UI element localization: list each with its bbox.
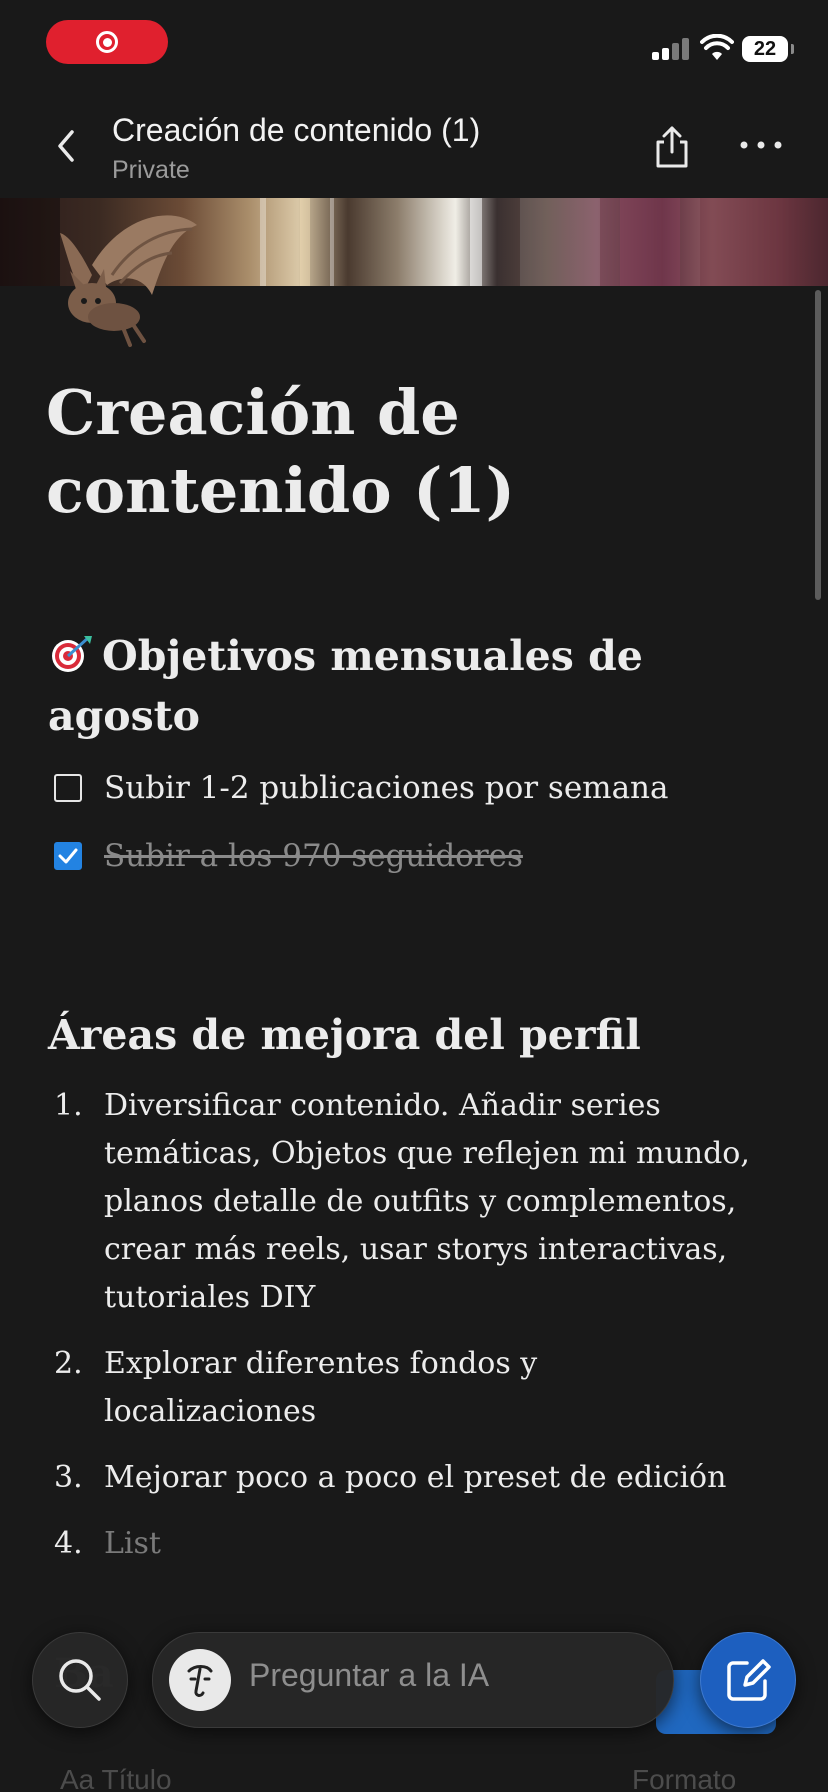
list-item-placeholder[interactable]: List: [104, 1520, 754, 1568]
more-horizontal-icon[interactable]: [738, 138, 784, 152]
compose-icon: [727, 1659, 771, 1701]
list-item-empty[interactable]: 4. List: [54, 1520, 754, 1568]
checkbox[interactable]: [54, 774, 82, 802]
bat-emoji-icon[interactable]: [52, 205, 202, 355]
section-heading-areas[interactable]: Áreas de mejora del perfil: [48, 1005, 788, 1065]
section-heading-text: Objetivos mensuales de agosto: [48, 632, 643, 740]
target-dart-icon: [52, 636, 92, 672]
scrollbar[interactable]: [815, 290, 821, 600]
column-title: Aa Título: [60, 1764, 172, 1792]
nav-title[interactable]: Creación de contenido (1): [112, 112, 480, 149]
list-item-text[interactable]: Mejorar poco a poco el preset de edición: [104, 1454, 754, 1502]
list-item[interactable]: 2. Explorar diferentes fondos y localiza…: [54, 1340, 754, 1436]
page-title[interactable]: Creación de contenido (1): [46, 374, 786, 530]
todo-item[interactable]: Subir 1-2 publicaciones por semana: [54, 764, 669, 812]
screen-recording-indicator[interactable]: [46, 20, 168, 64]
compose-button[interactable]: [700, 1632, 796, 1728]
todo-text[interactable]: Subir a los 970 seguidores: [104, 838, 523, 874]
list-number: 4.: [54, 1526, 83, 1561]
database-header-row: Aa Título Formato: [60, 1764, 780, 1792]
status-bar: 22: [0, 0, 828, 88]
chevron-left-icon[interactable]: [48, 126, 88, 166]
battery-indicator: 22: [742, 36, 794, 62]
numbered-list: 1. Diversificar contenido. Añadir series…: [54, 1082, 754, 1586]
wifi-icon: [700, 34, 734, 60]
todo-text[interactable]: Subir 1-2 publicaciones por semana: [104, 770, 669, 806]
top-navigation-bar: Creación de contenido (1) Private: [0, 96, 828, 196]
list-item-text[interactable]: Diversificar contenido. Añadir series te…: [104, 1082, 754, 1322]
share-icon[interactable]: [650, 124, 694, 170]
cellular-signal-icon: [652, 38, 692, 60]
list-number: 2.: [54, 1346, 83, 1381]
nav-subtitle: Private: [112, 156, 190, 184]
list-number: 1.: [54, 1088, 83, 1123]
list-item[interactable]: 3. Mejorar poco a poco el preset de edic…: [54, 1454, 754, 1502]
ask-ai-bar[interactable]: Preguntar a la IA: [152, 1632, 674, 1728]
ai-input-placeholder[interactable]: Preguntar a la IA: [249, 1657, 489, 1694]
list-number: 3.: [54, 1460, 83, 1495]
todo-item-done[interactable]: Subir a los 970 seguidores: [54, 832, 523, 880]
section-heading-objetivos[interactable]: Objetivos mensuales de agosto: [48, 626, 788, 746]
search-button[interactable]: [32, 1632, 128, 1728]
ai-face-icon: [169, 1649, 231, 1711]
list-item-text[interactable]: Explorar diferentes fondos y localizacio…: [104, 1340, 754, 1436]
notion-page-screen: 22 Creación de contenido (1) Private Cre…: [0, 0, 828, 1792]
checkbox-checked[interactable]: [54, 842, 82, 870]
list-item[interactable]: 1. Diversificar contenido. Añadir series…: [54, 1082, 754, 1322]
search-icon: [59, 1659, 101, 1701]
column-format: Formato: [632, 1764, 737, 1792]
record-icon: [96, 31, 118, 53]
checkmark-icon: [58, 848, 78, 864]
